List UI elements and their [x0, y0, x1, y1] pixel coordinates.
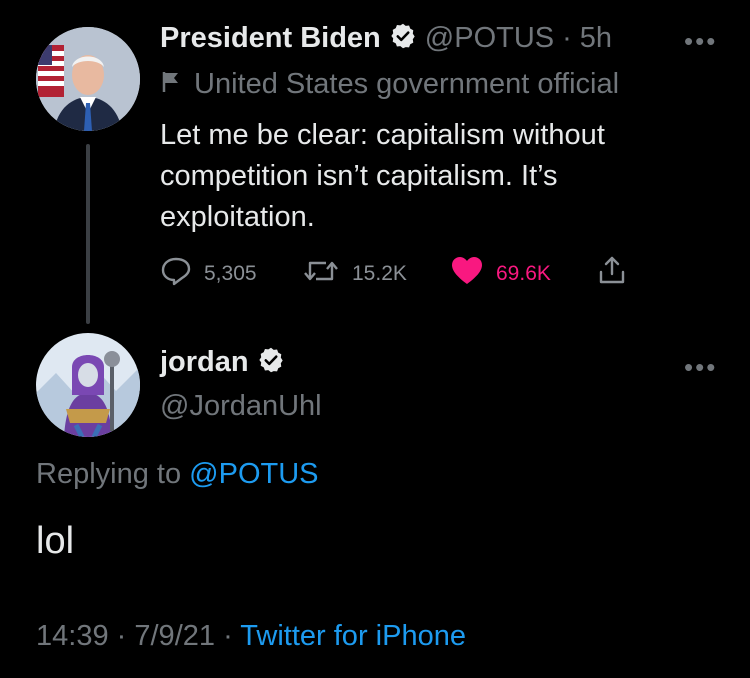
tweet-meta: 14:39 · 7/9/21 · Twitter for iPhone	[36, 620, 466, 653]
more-icon[interactable]: •••	[684, 352, 717, 383]
reply-text: lol	[36, 520, 75, 562]
like-count: 69.6K	[496, 262, 551, 285]
flag-icon	[160, 70, 182, 99]
share-icon[interactable]	[596, 254, 628, 291]
tweet-line: exploitation.	[160, 201, 315, 233]
potus-header: President Biden @POTUS · 5h	[160, 22, 612, 55]
reply-author-handle[interactable]: @JordanUhl	[160, 390, 322, 423]
separator: ·	[562, 22, 572, 54]
meta-separator: ·	[116, 620, 127, 652]
potus-avatar[interactable]	[36, 27, 140, 131]
verified-badge-icon	[257, 346, 285, 379]
tweet-source[interactable]: Twitter for iPhone	[240, 620, 466, 652]
reply-icon	[160, 256, 192, 292]
jordan-header: jordan	[160, 346, 285, 379]
retweet-icon	[302, 256, 340, 292]
meta-separator: ·	[223, 620, 233, 652]
tweet-line: Let me be clear: capitalism without	[160, 119, 605, 151]
tweet-text: Let me be clear: capitalism without comp…	[160, 115, 720, 238]
author-handle[interactable]: @POTUS	[425, 22, 554, 55]
author-name[interactable]: President Biden	[160, 22, 381, 55]
replying-to-link[interactable]: @POTUS	[189, 458, 318, 490]
retweet-count: 15.2K	[352, 262, 407, 285]
government-label[interactable]: United States government official	[160, 68, 619, 101]
timestamp[interactable]: 5h	[580, 22, 612, 55]
reply-count: 5,305	[204, 262, 257, 285]
tweet-line: competition isn’t capitalism. It’s	[160, 160, 558, 192]
tweet-time[interactable]: 14:39	[36, 620, 109, 652]
jordan-avatar[interactable]	[36, 333, 140, 437]
verified-badge-icon	[389, 22, 417, 55]
replying-to: Replying to @POTUS	[36, 458, 319, 491]
more-icon[interactable]: •••	[684, 26, 717, 57]
tweet-date[interactable]: 7/9/21	[134, 620, 215, 652]
heart-icon	[450, 256, 484, 292]
retweet-action[interactable]: 15.2K	[302, 256, 407, 292]
reply-author-name[interactable]: jordan	[160, 346, 249, 379]
thread-connector	[86, 144, 90, 324]
replying-prefix: Replying to	[36, 458, 182, 490]
reply-action[interactable]: 5,305	[160, 256, 257, 292]
label-text: United States government official	[194, 68, 620, 100]
like-action[interactable]: 69.6K	[450, 256, 551, 292]
